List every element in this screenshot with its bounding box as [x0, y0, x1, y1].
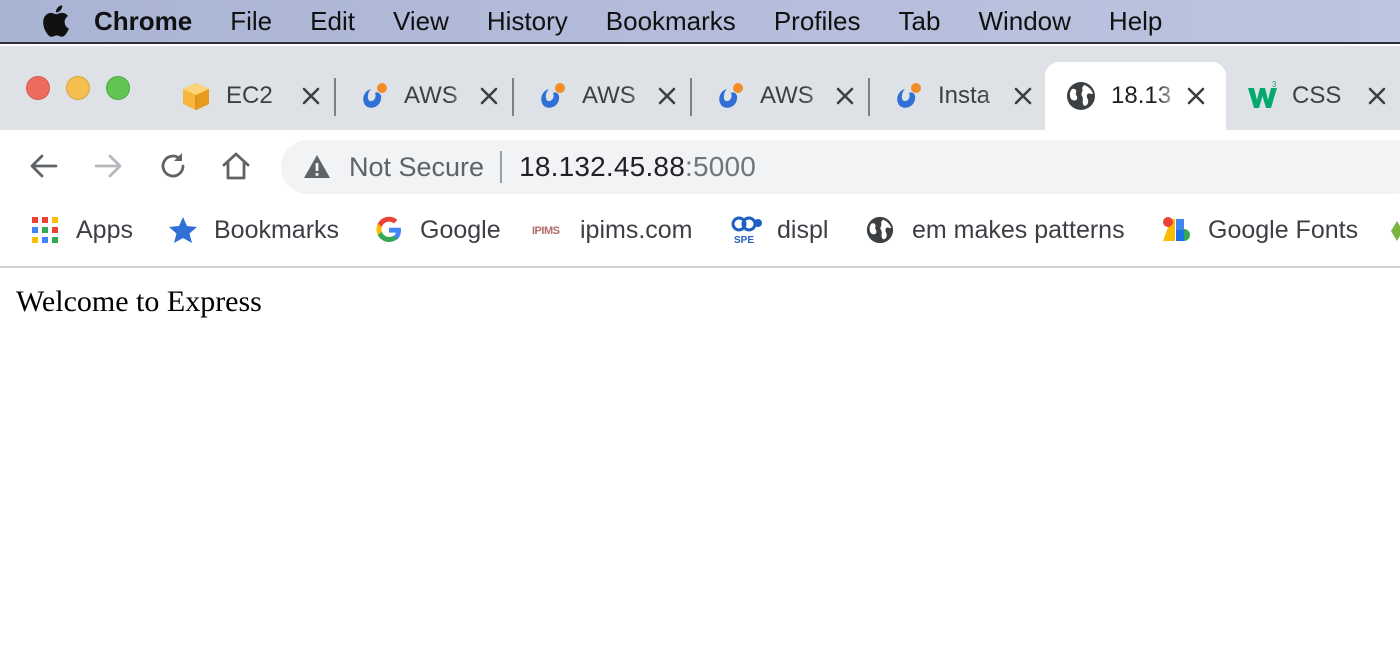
forward-arrow-icon[interactable]	[90, 148, 126, 184]
menu-view[interactable]: View	[393, 0, 449, 43]
menu-profiles[interactable]: Profiles	[774, 0, 861, 43]
menu-window[interactable]: Window	[978, 0, 1070, 43]
swirl-icon	[541, 83, 565, 108]
tab-separator	[690, 78, 692, 116]
menu-edit[interactable]: Edit	[310, 0, 355, 43]
svg-text:IPIMS: IPIMS	[532, 225, 560, 237]
browser-toolbar: Not Secure 18.132.45.88:5000	[0, 130, 1400, 202]
svg-text:3: 3	[1272, 80, 1277, 89]
tab-title: EC2	[226, 82, 273, 109]
tab-separator	[512, 78, 514, 116]
swirl-icon	[897, 83, 921, 108]
url-text[interactable]: 18.132.45.88:5000	[519, 151, 756, 183]
bookmark-label: em makes patterns	[912, 215, 1125, 244]
page-heading: Welcome to Express	[16, 285, 262, 318]
bookmark-displ[interactable]: SPE displ	[731, 202, 828, 258]
tab-strip: EC2 AWS AWS AWS Insta 18.13 3 CSS	[0, 46, 1400, 130]
url-host: 18.132.45.88	[519, 151, 685, 182]
tab-title: AWS	[760, 82, 814, 109]
menu-help[interactable]: Help	[1109, 0, 1162, 43]
window-zoom-button[interactable]	[106, 76, 130, 100]
bookmarks-bar: Apps Bookmarks Google IPIMS ipims.com SP…	[0, 202, 1400, 268]
google-icon	[376, 216, 401, 242]
tab-title: Insta	[938, 82, 991, 109]
bookmark-bookmarks[interactable]: Bookmarks	[168, 202, 339, 258]
menu-history[interactable]: History	[487, 0, 568, 43]
ipims-icon: IPIMS	[532, 225, 560, 237]
bookmark-label: ipims.com	[580, 215, 693, 244]
bookmark-ipims[interactable]: IPIMS ipims.com	[532, 202, 693, 258]
tab-separator	[868, 78, 870, 116]
bookmark-label: Bookmarks	[214, 215, 340, 244]
bookmark-label: Apps	[76, 215, 133, 244]
close-icon[interactable]	[834, 85, 856, 107]
tab-title: 18.13	[1111, 82, 1172, 109]
omnibox-divider	[500, 151, 503, 183]
swirl-icon	[719, 83, 743, 108]
tab-ec2[interactable]: EC2	[160, 62, 338, 130]
warning-triangle-icon[interactable]	[303, 153, 331, 181]
tab-css[interactable]: 3 CSS	[1226, 62, 1400, 130]
window-close-button[interactable]	[26, 76, 50, 100]
bookmark-em-makes-patterns[interactable]: em makes patterns	[865, 202, 1125, 258]
w3schools-icon: 3	[1248, 80, 1277, 108]
star-icon	[169, 217, 197, 243]
globe-icon	[866, 216, 894, 244]
tab-aws-1[interactable]: AWS	[338, 62, 516, 130]
bookmark-apps[interactable]: Apps	[30, 202, 133, 258]
close-icon[interactable]	[300, 85, 322, 107]
bookmark-google[interactable]: Google	[374, 202, 501, 258]
page-content: Welcome to Express	[0, 268, 1400, 664]
close-icon[interactable]	[1366, 85, 1388, 107]
bookmark-label: displ	[777, 215, 829, 244]
home-icon[interactable]	[218, 148, 254, 184]
apps-grid-icon	[32, 217, 58, 243]
close-icon[interactable]	[656, 85, 678, 107]
macos-menu-bar: Chrome File Edit View History Bookmarks …	[0, 0, 1400, 44]
tab-active-localhost[interactable]: 18.13	[1045, 62, 1226, 130]
tab-separator	[334, 78, 336, 116]
bookmark-label: Google	[420, 215, 501, 244]
bookmark-google-fonts[interactable]: Google Fonts	[1161, 202, 1358, 258]
aws-box-icon	[183, 83, 209, 110]
tab-insta[interactable]: Insta	[872, 62, 1050, 130]
close-icon[interactable]	[1012, 85, 1034, 107]
address-bar[interactable]: Not Secure 18.132.45.88:5000	[281, 140, 1400, 194]
svg-text:SPE: SPE	[734, 235, 754, 245]
tab-title: AWS	[582, 82, 636, 109]
spe-icon: SPE	[731, 216, 762, 245]
bookmark-label: Google Fonts	[1208, 215, 1359, 244]
tab-aws-3[interactable]: AWS	[694, 62, 872, 130]
tab-title: AWS	[404, 82, 458, 109]
close-icon[interactable]	[1185, 85, 1207, 107]
security-status-label[interactable]: Not Secure	[349, 152, 484, 183]
google-fonts-icon	[1163, 217, 1190, 241]
tab-aws-2[interactable]: AWS	[516, 62, 694, 130]
overflow-bookmark-icon[interactable]	[1390, 219, 1400, 243]
menu-app-name[interactable]: Chrome	[94, 0, 192, 43]
tab-title: CSS	[1292, 82, 1342, 109]
url-port: :5000	[684, 151, 757, 182]
menu-bookmarks[interactable]: Bookmarks	[606, 0, 736, 43]
swirl-icon	[363, 83, 387, 108]
apple-logo-icon[interactable]	[40, 5, 70, 37]
back-arrow-icon[interactable]	[26, 148, 62, 184]
window-minimize-button[interactable]	[66, 76, 90, 100]
menu-tab[interactable]: Tab	[899, 0, 941, 43]
reload-icon[interactable]	[155, 148, 191, 184]
globe-icon	[1067, 82, 1095, 110]
menu-file[interactable]: File	[230, 0, 272, 43]
close-icon[interactable]	[478, 85, 500, 107]
